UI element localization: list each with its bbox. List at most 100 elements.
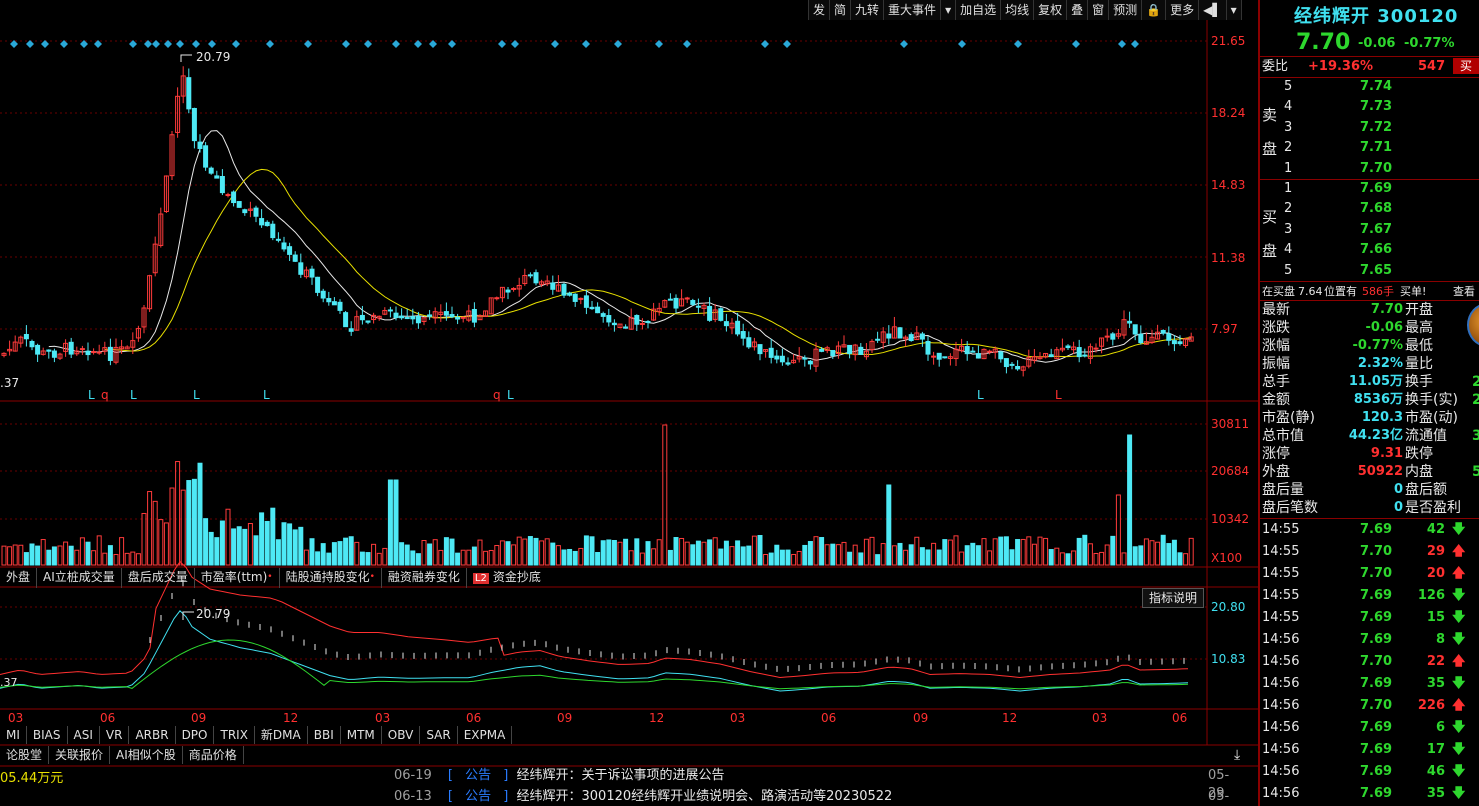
- tab-sar[interactable]: SAR: [420, 726, 458, 744]
- tab-obv[interactable]: OBV: [382, 726, 421, 744]
- candle-body: [309, 268, 315, 278]
- tab-expma[interactable]: EXPMA: [458, 726, 513, 744]
- tab-asi[interactable]: ASI: [68, 726, 100, 744]
- news-item[interactable]: 06-13 [ 公告 ] 经纬辉开：300120经纬辉开业绩说明会、路演活动等2…: [394, 788, 1244, 806]
- volume-bar: [270, 507, 276, 566]
- weicha-buy-button[interactable]: 买: [1453, 58, 1479, 74]
- tab-arbr[interactable]: ARBR: [129, 726, 176, 744]
- tab-ai-volume[interactable]: AI立桩成交量: [37, 568, 122, 588]
- stat-label-2: 开盘: [1405, 302, 1433, 318]
- toolbar-major-events-button[interactable]: 重大事件: [884, 0, 942, 20]
- tab-after-hours-volume[interactable]: 盘后成交量: [122, 568, 195, 588]
- toolbar-fa-button[interactable]: 发: [809, 0, 831, 20]
- tab-dpo[interactable]: DPO: [176, 726, 215, 744]
- download-icon[interactable]: ⤓: [1234, 747, 1240, 763]
- kline-chart[interactable]: LqLLLqLLL: [0, 0, 1258, 806]
- toolbar-forecast-button[interactable]: 预测: [1109, 0, 1143, 20]
- sell-level-row[interactable]: 3 7.72: [1260, 118, 1479, 138]
- news-item[interactable]: 06-19 [ 公告 ] 经纬辉开：关于诉讼事项的进展公告 05-29: [394, 767, 1244, 801]
- tab-trix[interactable]: TRIX: [214, 726, 255, 744]
- tab-hk-connect[interactable]: 陆股通持股变化•: [280, 568, 382, 588]
- toolbar-ma-button[interactable]: 均线: [1001, 0, 1035, 20]
- notice-mid: 位置有: [1324, 285, 1357, 298]
- volume-bar: [231, 528, 237, 566]
- indicator-help-button[interactable]: 指标说明: [1142, 588, 1205, 608]
- notice-more-link[interactable]: 查看: [1453, 282, 1475, 302]
- candle-body: [91, 351, 97, 354]
- buy-level-row[interactable]: 2 7.68: [1260, 199, 1479, 219]
- volume-bar: [1082, 534, 1088, 566]
- volume-bar: [1138, 545, 1144, 566]
- price-axis-label: 11.38: [1211, 251, 1246, 265]
- volume-bar: [987, 550, 993, 566]
- volume-bar: [1087, 543, 1093, 566]
- time-axis-label: 09: [557, 711, 573, 725]
- candle-body: [1093, 347, 1099, 350]
- tab-forum[interactable]: 论股堂: [0, 746, 50, 764]
- signal-diamond-icon: [958, 40, 966, 48]
- tab-margin[interactable]: 融资融券变化: [382, 568, 467, 588]
- toolbar-overlay-button[interactable]: 叠: [1067, 0, 1089, 20]
- tab-related-quotes[interactable]: 关联报价: [49, 746, 111, 764]
- volume-bar: [102, 552, 108, 566]
- candle-body: [287, 246, 293, 255]
- candle-body: [1082, 354, 1088, 357]
- stat-row: 涨跌 -0.06 最高: [1260, 319, 1479, 337]
- sell-level-row[interactable]: 4 7.73: [1260, 97, 1479, 117]
- signal-letter-marker: L: [977, 388, 984, 402]
- toolbar-dropdown-icon[interactable]: ▾: [941, 0, 957, 20]
- candle-body: [79, 348, 85, 351]
- candle-body: [231, 191, 237, 204]
- toolbar-nine-turn-button[interactable]: 九转: [851, 0, 885, 20]
- candle-body: [68, 341, 74, 355]
- toolbar-add-watchlist-button[interactable]: 加自选: [956, 0, 1002, 20]
- volume-bar: [91, 550, 97, 566]
- volume-bar: [779, 549, 785, 566]
- tab-mi[interactable]: MI: [0, 726, 27, 744]
- toolbar-adjust-button[interactable]: 复权: [1034, 0, 1068, 20]
- bottom-indicator-tabs: MI BIAS ASI VR ARBR DPO TRIX 新DMA BBI MT…: [0, 726, 513, 744]
- toolbar-simple-button[interactable]: 简: [830, 0, 852, 20]
- volume-bar: [1003, 536, 1009, 566]
- volume-bar: [29, 543, 35, 566]
- volume-bar: [158, 519, 164, 566]
- toolbar-window-button[interactable]: 窗: [1088, 0, 1110, 20]
- tick-row: 14:56 7.70 22 🡅: [1260, 651, 1479, 673]
- candle-body: [768, 347, 774, 358]
- buy-level-row[interactable]: 3 7.67: [1260, 220, 1479, 240]
- tab-bias[interactable]: BIAS: [27, 726, 68, 744]
- volume-bar: [1149, 540, 1155, 566]
- candle-body: [427, 314, 433, 317]
- toolbar-menu-icon[interactable]: ▾: [1227, 0, 1242, 20]
- tick-volume: 29: [1426, 544, 1445, 559]
- tab-mtm[interactable]: MTM: [341, 726, 382, 744]
- tick-price: 7.69: [1360, 588, 1393, 603]
- volume-bar: [1065, 553, 1071, 566]
- tab-ai-similar[interactable]: AI相似个股: [110, 746, 183, 764]
- tick-row: 14:55 7.70 20 🡅: [1260, 563, 1479, 585]
- tab-vr[interactable]: VR: [100, 726, 130, 744]
- stat-label: 涨停: [1262, 446, 1290, 462]
- tab-outer-volume[interactable]: 外盘: [0, 568, 38, 588]
- lock-icon[interactable]: 🔒: [1142, 0, 1167, 20]
- tab-fund-bottom[interactable]: L2 资金抄底: [467, 568, 547, 588]
- tab-commodity[interactable]: 商品价格: [183, 746, 244, 764]
- buy-level-row[interactable]: 1 7.69: [1260, 179, 1479, 199]
- stat-row: 市盈(静) 120.3 市盈(动): [1260, 409, 1479, 427]
- sell-level-row[interactable]: 5 7.74: [1260, 77, 1479, 97]
- sell-level-row[interactable]: 1 7.70: [1260, 159, 1479, 179]
- tab-bbi[interactable]: BBI: [308, 726, 341, 744]
- chart-area[interactable]: LqLLLqLLL 21.65 18.24 14.83 11.38 7.97 2…: [0, 0, 1258, 806]
- collapse-panel-icon[interactable]: ◀▌: [1199, 0, 1227, 20]
- candle-body: [208, 167, 214, 174]
- buy-order-notice[interactable]: 在买盘 7.64 位置有 586手 买单! 查看: [1260, 282, 1479, 302]
- tab-pe-ttm[interactable]: 市盈率(ttm)•: [195, 568, 280, 588]
- volume-bar: [679, 537, 685, 566]
- volume-bar: [516, 536, 522, 566]
- arrow-up-icon: 🡅: [1452, 566, 1466, 581]
- buy-level-row[interactable]: 4 7.66: [1260, 240, 1479, 260]
- buy-level-row[interactable]: 5 7.65: [1260, 261, 1479, 281]
- tab-new-dma[interactable]: 新DMA: [255, 726, 308, 744]
- toolbar-more-button[interactable]: 更多: [1166, 0, 1200, 20]
- sell-level-row[interactable]: 2 7.71: [1260, 138, 1479, 158]
